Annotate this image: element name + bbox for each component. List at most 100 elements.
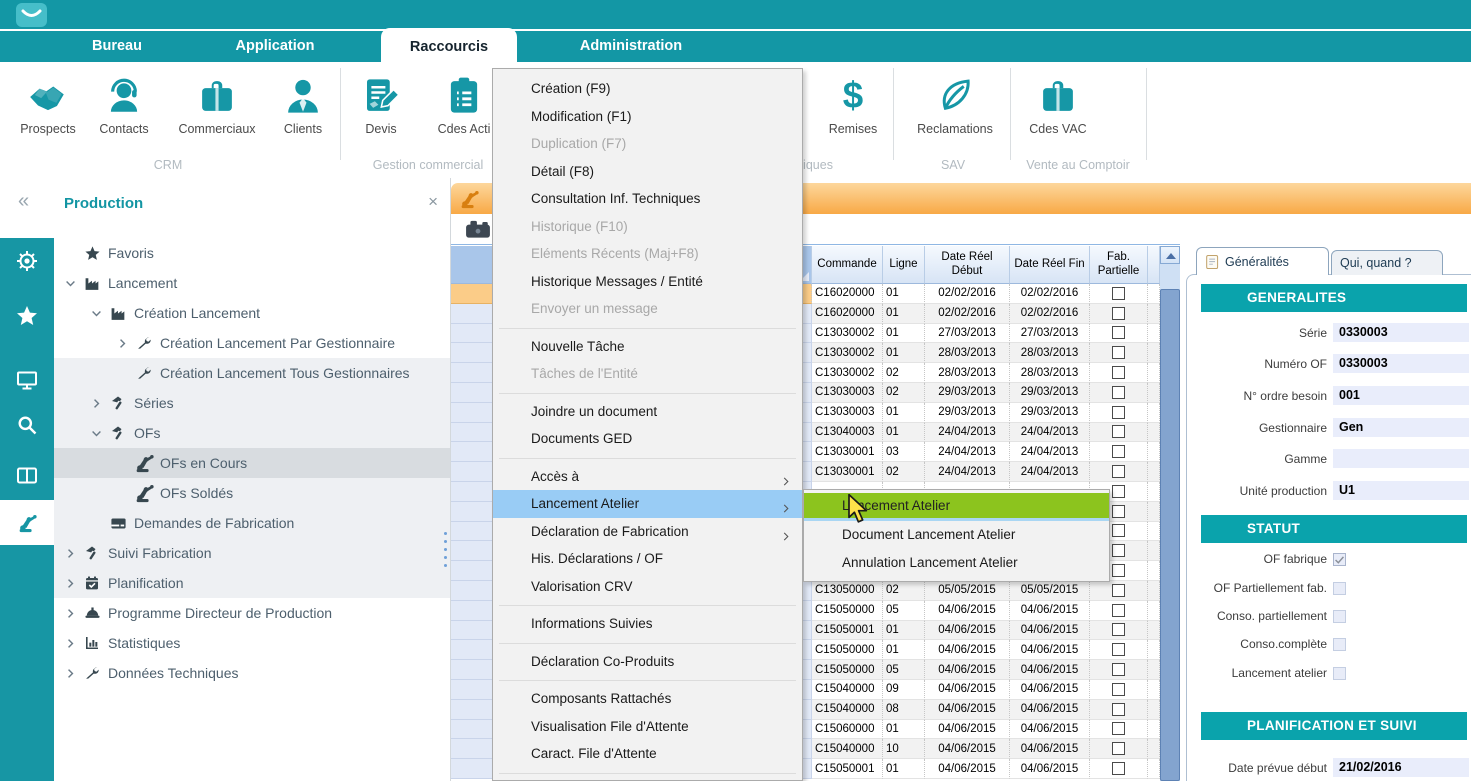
column-header-ligne[interactable]: Ligne — [883, 246, 925, 284]
tree-item-series[interactable]: Séries — [54, 388, 450, 418]
column-header-fab-partielle[interactable]: Fab. Partielle — [1090, 246, 1148, 284]
ribbon-item-reclamations[interactable]: Reclamations — [907, 70, 1003, 136]
camera-icon[interactable] — [463, 216, 493, 242]
tree-item-ofs[interactable]: OFs — [54, 418, 450, 448]
menu-item-nouvelle-tache[interactable]: Nouvelle Tâche — [493, 333, 802, 361]
tab-administration[interactable]: Administration — [540, 31, 722, 62]
field-value-date-prevue-debut[interactable]: 21/02/2016 — [1333, 758, 1469, 777]
fab-partielle-checkbox[interactable] — [1112, 742, 1125, 755]
fab-partielle-checkbox[interactable] — [1112, 386, 1125, 399]
fab-partielle-checkbox[interactable] — [1112, 425, 1125, 438]
fab-partielle-checkbox[interactable] — [1112, 564, 1125, 577]
tree-item-ofs-soldes[interactable]: OFs Soldés — [54, 478, 450, 508]
tree-item-lancement[interactable]: Lancement — [54, 268, 450, 298]
menu-item-modification-f1[interactable]: Modification (F1) — [493, 103, 802, 131]
menu-item-joindre-un-document[interactable]: Joindre un document — [493, 398, 802, 426]
fab-partielle-checkbox[interactable] — [1112, 465, 1125, 478]
collapse-sidebar-button[interactable]: « — [18, 190, 29, 213]
tree-item-demandes-de-fabrication[interactable]: Demandes de Fabrication — [54, 508, 450, 538]
field-value-n-ordre-besoin[interactable]: 001 — [1333, 386, 1469, 405]
rail-item-helm-icon[interactable] — [0, 246, 54, 276]
column-header-date-reel-debut[interactable]: Date Réel Début — [925, 246, 1010, 284]
fab-partielle-checkbox[interactable] — [1112, 287, 1125, 300]
fab-partielle-checkbox[interactable] — [1112, 762, 1125, 775]
menu-item-envoyer-un-message[interactable]: Envoyer un message — [493, 295, 802, 323]
scroll-up-button[interactable] — [1160, 246, 1180, 264]
chevron-right-icon[interactable] — [112, 337, 132, 350]
panel-tab-qui-quand[interactable]: Qui, quand ? — [1331, 250, 1443, 275]
fab-partielle-checkbox[interactable] — [1112, 406, 1125, 419]
checkbox-lancement-atelier[interactable] — [1333, 667, 1346, 680]
field-value-unite-production[interactable]: U1 — [1333, 481, 1469, 500]
chevron-right-icon[interactable] — [86, 397, 106, 410]
chevron-right-icon[interactable] — [60, 577, 80, 590]
checkbox-conso-complete[interactable] — [1333, 638, 1346, 651]
fab-partielle-checkbox[interactable] — [1112, 326, 1125, 339]
fab-partielle-checkbox[interactable] — [1112, 524, 1125, 537]
chevron-right-icon[interactable] — [60, 667, 80, 680]
menu-item-taches-de-l-entite[interactable]: Tâches de l'Entité — [493, 360, 802, 388]
fab-partielle-checkbox[interactable] — [1112, 366, 1125, 379]
menu-item-visualisation-file-d-attente[interactable]: Visualisation File d'Attente — [493, 713, 802, 741]
checkbox-conso-partiellement[interactable] — [1333, 610, 1346, 623]
fab-partielle-checkbox[interactable] — [1112, 663, 1125, 676]
ribbon-item-commerciaux[interactable]: Commerciaux — [169, 70, 265, 136]
rail-item-star-icon[interactable] — [0, 301, 54, 331]
fab-partielle-checkbox[interactable] — [1112, 604, 1125, 617]
menu-item-consultation-inf-techniques[interactable]: Consultation Inf. Techniques — [493, 185, 802, 213]
menu-item-valorisation-crv[interactable]: Valorisation CRV — [493, 573, 802, 601]
menu-item-declaration-de-fabrication[interactable]: Déclaration de Fabrication — [493, 518, 802, 546]
tree-item-creation-lancement[interactable]: Création Lancement — [54, 298, 450, 328]
chevron-right-icon[interactable] — [60, 607, 80, 620]
menu-item-creation-f9[interactable]: Création (F9) — [493, 75, 802, 103]
tree-item-favoris[interactable]: Favoris — [54, 238, 450, 268]
fab-partielle-checkbox[interactable] — [1112, 485, 1125, 498]
menu-item-historique-f10[interactable]: Historique (F10) — [493, 213, 802, 241]
tree-item-creation-lancement-tous-gestionnaires[interactable]: Création Lancement Tous Gestionnaires — [54, 358, 450, 388]
field-value-serie[interactable]: 0330003 — [1333, 323, 1469, 342]
fab-partielle-checkbox[interactable] — [1112, 703, 1125, 716]
fab-partielle-checkbox[interactable] — [1112, 307, 1125, 320]
column-header-date-reel-fin[interactable]: Date Réel Fin — [1010, 246, 1090, 284]
ribbon-item-devis[interactable]: Devis — [333, 70, 429, 136]
chevron-right-icon[interactable] — [60, 547, 80, 560]
field-value-numero-of[interactable]: 0330003 — [1333, 354, 1469, 373]
tree-item-creation-lancement-par-gestionnaire[interactable]: Création Lancement Par Gestionnaire — [54, 328, 450, 358]
fab-partielle-checkbox[interactable] — [1112, 643, 1125, 656]
sidebar-splitter-handle[interactable] — [444, 527, 448, 572]
menu-item-acces-a[interactable]: Accès à — [493, 463, 802, 491]
menu-item-informations-suivies[interactable]: Informations Suivies — [493, 610, 802, 638]
ribbon-item-cdes-vac[interactable]: Cdes VAC — [1010, 70, 1106, 136]
checkbox-of-fabrique[interactable] — [1333, 553, 1346, 566]
rail-item-search-icon[interactable] — [0, 410, 54, 440]
fab-partielle-checkbox[interactable] — [1112, 623, 1125, 636]
tab-bureau[interactable]: Bureau — [42, 31, 192, 62]
menu-item-duplication-f7[interactable]: Duplication (F7) — [493, 130, 802, 158]
menu-item-declaration-co-produits[interactable]: Déclaration Co-Produits — [493, 648, 802, 676]
fab-partielle-checkbox[interactable] — [1112, 584, 1125, 597]
tree-item-donnees-techniques[interactable]: Données Techniques — [54, 658, 450, 688]
menu-item-lancement-atelier[interactable]: Lancement Atelier — [493, 490, 802, 518]
menu-item-historique-messages-entite[interactable]: Historique Messages / Entité — [493, 268, 802, 296]
checkbox-of-partiellement-fab[interactable] — [1333, 582, 1346, 595]
tree-item-statistiques[interactable]: Statistiques — [54, 628, 450, 658]
chevron-down-icon[interactable] — [86, 427, 106, 440]
menu-item-detail-f8[interactable]: Détail (F8) — [493, 158, 802, 186]
ribbon-item-contacts[interactable]: Contacts — [76, 70, 172, 136]
field-value-gestionnaire[interactable]: Gen — [1333, 418, 1469, 437]
tab-application[interactable]: Application — [192, 31, 358, 62]
chevron-right-icon[interactable] — [60, 637, 80, 650]
field-value-gamme[interactable] — [1333, 449, 1469, 468]
rail-item-monitor-icon[interactable] — [0, 365, 54, 395]
tree-item-planification[interactable]: Planification — [54, 568, 450, 598]
fab-partielle-checkbox[interactable] — [1112, 445, 1125, 458]
submenu-item-annulation-lancement-atelier[interactable]: Annulation Lancement Atelier — [804, 549, 1109, 577]
chevron-down-icon[interactable] — [86, 307, 106, 320]
menu-item-caract-file-d-attente[interactable]: Caract. File d'Attente — [493, 740, 802, 768]
rail-item-columns-icon[interactable] — [0, 461, 54, 491]
fab-partielle-checkbox[interactable] — [1112, 722, 1125, 735]
fab-partielle-checkbox[interactable] — [1112, 683, 1125, 696]
chevron-down-icon[interactable] — [60, 277, 80, 290]
scrollbar-thumb[interactable] — [1160, 289, 1180, 781]
ribbon-item-remises[interactable]: $Remises — [805, 70, 901, 136]
